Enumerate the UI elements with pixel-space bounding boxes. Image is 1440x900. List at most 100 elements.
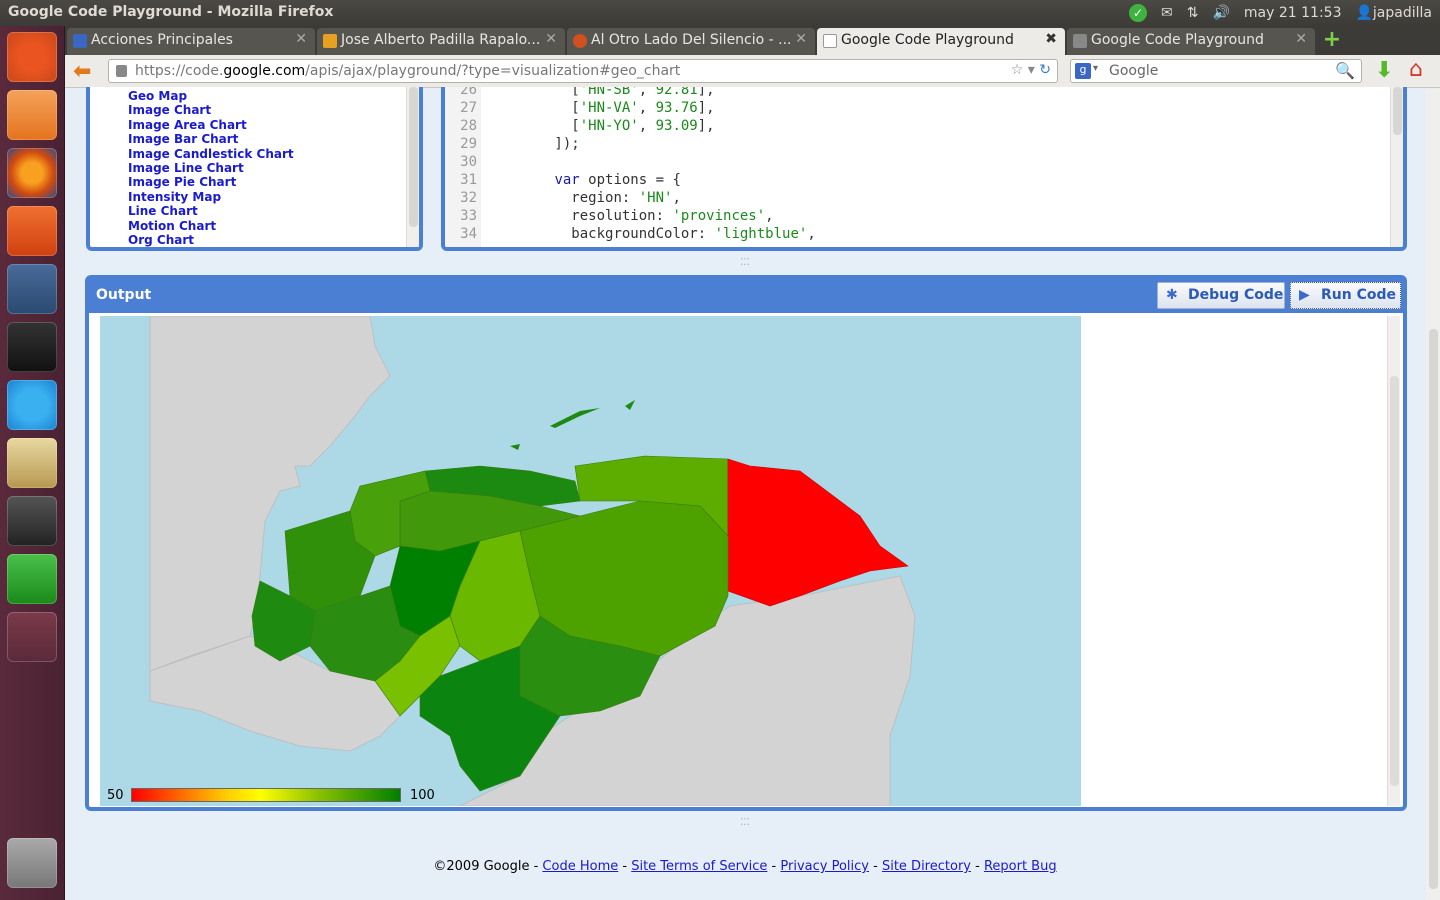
tab-label: Acciones Principales — [91, 32, 233, 48]
chart-list-scrollbar[interactable] — [406, 87, 419, 247]
system-tray: ✓ ✉ ⇅ 🔊 may 21 11:53 👤japadilla — [1129, 4, 1432, 22]
mail-icon[interactable]: ✉ — [1161, 5, 1173, 21]
tab-label: Google Code Playground — [841, 32, 1014, 48]
tab-al-otro-lado[interactable]: Al Otro Lado Del Silencio - ... ✕ — [567, 28, 815, 55]
line-number: 33 — [460, 208, 477, 224]
navigation-bar: ⬅ https://code.google.com/apis/ajax/play… — [65, 55, 1440, 88]
terminal-icon[interactable] — [7, 322, 57, 372]
sublime-text-icon[interactable] — [7, 496, 57, 546]
scroll-thumb[interactable] — [409, 87, 418, 227]
search-placeholder: Google — [1109, 63, 1159, 79]
pgadmin-elephant-icon[interactable] — [7, 264, 57, 314]
play-icon: ▶ — [1299, 287, 1310, 303]
tab-favicon-icon — [323, 34, 337, 48]
line-number: 30 — [460, 154, 477, 170]
output-scrollbar[interactable] — [1387, 316, 1400, 806]
close-icon[interactable]: ✕ — [295, 31, 307, 47]
download-arrow-icon[interactable]: ⬇ — [1375, 58, 1393, 83]
tab-google-code-playground[interactable]: Google Code Playground ✕ — [1067, 28, 1315, 55]
workspace-switcher-icon[interactable] — [7, 612, 57, 662]
resize-grip-icon[interactable]: ⁚⁚⁚ — [737, 818, 753, 828]
volume-icon[interactable]: 🔊 — [1212, 5, 1229, 21]
debug-code-label: Debug Code — [1188, 287, 1284, 303]
chart-list-item[interactable]: Image Pie Chart — [128, 175, 294, 189]
search-box[interactable]: g ▾ Google 🔍 — [1070, 59, 1362, 83]
spreadsheet-icon[interactable] — [7, 554, 57, 604]
bay-islands — [510, 400, 635, 450]
scroll-thumb[interactable] — [1390, 376, 1399, 786]
honduras-map[interactable] — [100, 316, 1081, 806]
code-scrollbar[interactable] — [1390, 87, 1403, 247]
user-name: japadilla — [1372, 5, 1432, 21]
tab-acciones-principales[interactable]: Acciones Principales ✕ — [67, 28, 315, 55]
search-icon[interactable]: 🔍 — [1335, 61, 1355, 80]
debug-code-button[interactable]: ✱ Debug Code — [1157, 282, 1285, 309]
chart-list-item[interactable]: Image Bar Chart — [128, 132, 294, 146]
link-report-bug[interactable]: Report Bug — [984, 859, 1057, 874]
tab-jose-alberto[interactable]: Jose Alberto Padilla Rapalo... ✕ — [317, 28, 565, 55]
new-tab-plus-icon[interactable]: + — [1320, 28, 1344, 52]
chart-list-item[interactable]: Image Area Chart — [128, 118, 294, 132]
chart-list-item[interactable]: Image Line Chart — [128, 161, 294, 175]
close-icon[interactable]: ✕ — [795, 31, 807, 47]
back-arrow-icon[interactable]: ⬅ — [73, 59, 91, 84]
check-icon[interactable]: ✓ — [1129, 4, 1148, 22]
skype-icon[interactable] — [7, 380, 57, 430]
legend-max-value: 100 — [410, 788, 435, 803]
code-editor-panel[interactable]: 26 ['HN-SB', 92.81], 27 ['HN-VA', 93.76],… — [441, 87, 1407, 251]
page-footer: ©2009 Google - Code Home - Site Terms of… — [433, 859, 1057, 874]
link-code-home[interactable]: Code Home — [542, 859, 618, 874]
trash-icon[interactable] — [7, 838, 57, 888]
link-site-directory[interactable]: Site Directory — [882, 859, 971, 874]
tab-label: Google Code Playground — [1091, 32, 1264, 48]
link-site-terms[interactable]: Site Terms of Service — [631, 859, 767, 874]
code-line: 28 ['HN-YO', 93.09], — [445, 117, 816, 135]
files-icon[interactable] — [7, 90, 57, 140]
scroll-thumb[interactable] — [1429, 329, 1438, 889]
tab-google-code-playground-active[interactable]: Google Code Playground ✖ — [817, 28, 1065, 55]
chart-list-item[interactable]: Geo Map — [128, 89, 294, 103]
code-line: 27 ['HN-VA', 93.76], — [445, 99, 816, 117]
chart-list-item[interactable]: Image Chart — [128, 103, 294, 117]
geo-chart-map[interactable]: 50 100 — [100, 316, 1081, 806]
chart-list-item[interactable]: Intensity Map — [128, 190, 294, 204]
color-legend: 50 100 — [102, 784, 442, 806]
output-title: Output — [96, 287, 152, 303]
legend-gradient-bar — [131, 788, 401, 802]
link-privacy-policy[interactable]: Privacy Policy — [780, 859, 869, 874]
tab-strip: Acciones Principales ✕ Jose Alberto Padi… — [65, 26, 1440, 55]
google-engine-icon[interactable]: g — [1075, 63, 1091, 79]
chart-list-item[interactable]: Motion Chart — [128, 219, 294, 233]
software-center-icon[interactable] — [7, 206, 57, 256]
chart-list-item[interactable]: Org Chart — [128, 233, 294, 247]
chart-list-item[interactable]: Image Candlestick Chart — [128, 147, 294, 161]
user-icon[interactable]: 👤japadilla — [1355, 5, 1432, 21]
chevron-down-icon[interactable]: ▾ — [1093, 63, 1098, 74]
chart-list-panel: Geo Map Image Chart Image Area Chart Image … — [86, 87, 423, 251]
ubuntu-logo-icon[interactable] — [7, 32, 57, 82]
tab-favicon-icon — [573, 34, 587, 48]
line-number: 31 — [460, 172, 477, 188]
bookmark-star-icon[interactable]: ☆ ▾ ↻ — [1011, 62, 1051, 78]
close-icon[interactable]: ✕ — [1295, 31, 1307, 47]
image-viewer-icon[interactable] — [7, 438, 57, 488]
tab-label: Jose Alberto Padilla Rapalo... — [341, 32, 541, 48]
firefox-icon[interactable] — [7, 148, 57, 198]
site-identity-icon[interactable] — [116, 65, 127, 77]
clock[interactable]: may 21 11:53 — [1244, 5, 1342, 21]
line-number: 28 — [460, 118, 477, 134]
code-editor[interactable]: 26 ['HN-SB', 92.81], 27 ['HN-VA', 93.76],… — [445, 87, 816, 243]
scroll-thumb[interactable] — [1393, 87, 1402, 135]
url-bar[interactable]: https://code.google.com/apis/ajax/playgr… — [108, 59, 1058, 83]
network-icon[interactable]: ⇅ — [1187, 5, 1199, 21]
run-code-button[interactable]: ▶ Run Code — [1290, 282, 1401, 309]
home-icon[interactable]: ⌂ — [1409, 57, 1423, 82]
close-icon[interactable]: ✕ — [545, 31, 557, 47]
output-header: Output ✱ Debug Code ▶ Run Code — [89, 279, 1403, 313]
bug-icon: ✱ — [1166, 287, 1178, 303]
resize-grip-icon[interactable]: ⁚⁚⁚ — [737, 258, 753, 268]
chart-list-item[interactable]: Line Chart — [128, 204, 294, 218]
code-line: 29 ]); — [445, 135, 816, 153]
page-scrollbar[interactable] — [1426, 89, 1440, 900]
close-icon[interactable]: ✖ — [1045, 31, 1057, 47]
